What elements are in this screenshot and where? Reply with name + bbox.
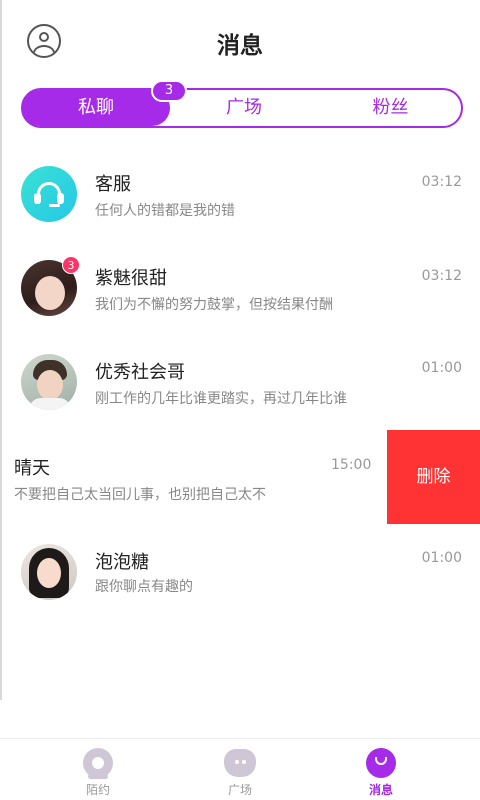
bottom-nav: 陌约 广场 消息 [0,738,480,800]
conversation-row[interactable]: 泡泡糖 跟你聊点有趣的 01:00 [0,544,480,638]
conversation-preview: 不要把自己太当回儿事，也别把自己太不 [14,487,266,503]
avatar [21,354,77,410]
conversation-preview: 我们为不懈的努力鼓掌，但按结果付酬 [95,297,333,313]
conversation-time: 01:00 [421,360,462,376]
webcam-icon [82,747,114,779]
nav-label: 消息 [368,783,393,797]
tab-square[interactable]: 广场 [170,90,318,126]
conversation-name: 泡泡糖 [95,552,149,573]
tab-fans[interactable]: 粉丝 [318,90,463,126]
message-icon [365,747,397,779]
nav-label: 陌约 [85,783,110,797]
tab-bar: 私聊 广场 粉丝 3 [21,80,463,128]
square-icon [224,747,256,779]
nav-label: 广场 [227,783,252,797]
nav-item-square[interactable]: 广场 [200,747,280,798]
conversation-preview: 跟你聊点有趣的 [95,579,193,595]
tab-private-chat[interactable]: 私聊 [22,90,170,126]
conversation-preview: 刚工作的几年比谁更踏实，再过几年比谁 [95,391,347,407]
tab-unread-badge: 3 [151,80,187,102]
conversation-name: 晴天 [14,458,50,479]
conversation-time: 03:12 [421,174,462,190]
conversation-time: 01:00 [421,550,462,566]
nav-item-messages[interactable]: 消息 [341,747,421,798]
conversation-name: 紫魅很甜 [95,268,167,289]
delete-button[interactable]: 删除 [387,430,480,524]
conversation-time: 15:00 [331,457,372,473]
conversation-name: 优秀社会哥 [95,362,185,383]
conversation-name: 客服 [95,174,131,195]
nav-item-meet[interactable]: 陌约 [58,747,138,798]
headset-icon [21,166,77,222]
conversation-row[interactable]: 3 紫魅很甜 我们为不懈的努力鼓掌，但按结果付酬 03:12 [0,256,480,354]
conversation-preview: 任何人的错都是我的错 [95,203,235,219]
conversation-row[interactable]: 客服 任何人的错都是我的错 03:12 [0,166,480,260]
conversation-time: 03:12 [421,268,462,284]
unread-badge: 3 [62,256,80,274]
header: 消息 [0,0,480,80]
page-title: 消息 [217,33,263,59]
avatar [21,544,77,600]
